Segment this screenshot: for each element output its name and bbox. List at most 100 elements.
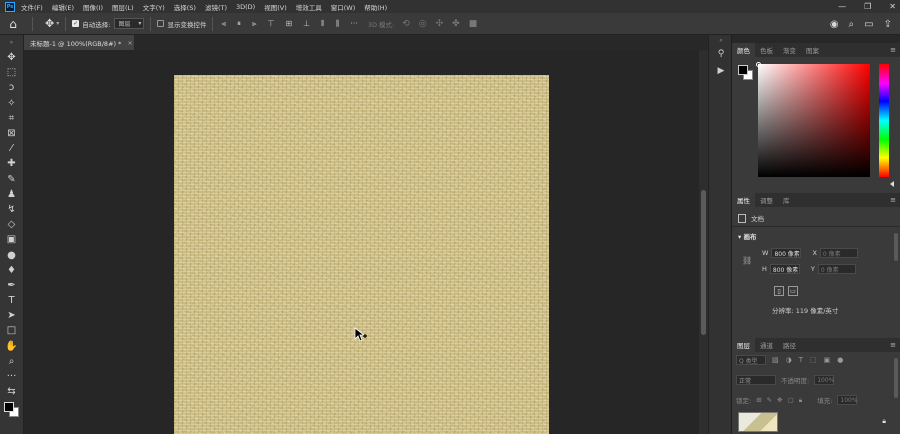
panel-menu-icon[interactable]: ≡ bbox=[890, 193, 896, 207]
x-field[interactable]: 0 像素 bbox=[819, 248, 858, 258]
menu-view[interactable]: 视图(V) bbox=[264, 2, 287, 12]
panel-menu-icon[interactable]: ≡ bbox=[890, 43, 896, 57]
distribute-icon[interactable]: ⫴ bbox=[321, 19, 324, 29]
close-button[interactable]: ✕ bbox=[889, 2, 896, 11]
lock-move-icon[interactable]: ✥ bbox=[777, 396, 782, 404]
tab-swatches[interactable]: 色板 bbox=[755, 43, 778, 57]
foreground-color-swatch[interactable] bbox=[738, 65, 748, 75]
collapse-icon[interactable]: « bbox=[709, 35, 733, 45]
move-tool-icon[interactable]: ✥ bbox=[45, 17, 54, 30]
tab-properties[interactable]: 属性 bbox=[732, 193, 755, 207]
history-brush-tool-icon[interactable]: ↯ bbox=[0, 202, 23, 217]
more-options-icon[interactable]: ··· bbox=[350, 19, 358, 29]
lock-paint-icon[interactable]: ✎ bbox=[767, 396, 772, 404]
minimize-button[interactable]: — bbox=[838, 2, 846, 11]
height-field[interactable]: 800 像素 bbox=[769, 264, 800, 274]
marquee-tool-icon[interactable]: ⬚ bbox=[0, 65, 23, 80]
frame-tool-icon[interactable]: ⊠ bbox=[0, 126, 23, 141]
layer-row[interactable]: 🔒︎ bbox=[732, 410, 900, 434]
color-panel-swatches[interactable] bbox=[738, 65, 754, 81]
menu-help[interactable]: 帮助(H) bbox=[364, 2, 387, 12]
menu-plugins[interactable]: 增效工具 bbox=[296, 2, 322, 12]
hand-tool-icon[interactable]: ✋ bbox=[0, 339, 23, 354]
gradient-tool-icon[interactable]: ▣ bbox=[0, 232, 23, 247]
fill-field[interactable]: 100% bbox=[837, 395, 858, 405]
close-tab-icon[interactable]: × bbox=[127, 39, 132, 47]
auto-select-dropdown[interactable]: 图层 ▾ bbox=[114, 18, 145, 29]
canvas-workspace[interactable] bbox=[24, 50, 699, 434]
stamp-tool-icon[interactable]: ♟ bbox=[0, 187, 23, 202]
auto-select-checkbox[interactable]: ✓ bbox=[72, 20, 80, 27]
tab-patterns[interactable]: 图案 bbox=[801, 43, 824, 57]
align-vcenter-icon[interactable]: ⊞ bbox=[285, 19, 292, 29]
color-picker-ring[interactable] bbox=[756, 62, 761, 67]
blend-mode-select[interactable]: 正常 bbox=[736, 375, 776, 385]
show-transform-checkbox[interactable] bbox=[157, 20, 165, 27]
link-dimensions-icon[interactable]: ⛓ bbox=[742, 256, 752, 265]
panel-scrollbar[interactable] bbox=[894, 358, 898, 398]
align-top-icon[interactable]: ⊤ bbox=[267, 19, 274, 29]
move-tool-icon[interactable]: ✥ bbox=[0, 50, 23, 65]
menu-layer[interactable]: 图层(L) bbox=[112, 2, 134, 12]
path-select-tool-icon[interactable]: ➤ bbox=[0, 308, 23, 323]
tab-adjustments[interactable]: 调整 bbox=[755, 193, 778, 207]
align-bottom-icon[interactable]: ⊥ bbox=[303, 19, 310, 29]
share-icon[interactable]: ◉ bbox=[830, 19, 839, 30]
eraser-tool-icon[interactable]: ◇ bbox=[0, 217, 23, 232]
width-field[interactable]: 800 像素 bbox=[771, 248, 802, 258]
foreground-color-swatch[interactable] bbox=[4, 402, 14, 412]
align-left-icon[interactable]: ⫷ bbox=[221, 19, 226, 29]
type-tool-icon[interactable]: T bbox=[0, 293, 23, 308]
3d-scale-icon[interactable]: ■ bbox=[469, 19, 478, 29]
lock-pixels-icon[interactable]: ⊞ bbox=[756, 396, 761, 404]
3d-slide-icon[interactable]: ✤ bbox=[452, 19, 460, 29]
filter-toggle-icon[interactable]: ● bbox=[837, 356, 843, 364]
restore-button[interactable]: ❐ bbox=[864, 2, 871, 11]
menu-edit[interactable]: 编辑(E) bbox=[52, 2, 74, 12]
healing-tool-icon[interactable]: ✚ bbox=[0, 156, 23, 171]
filter-shape-icon[interactable]: ⬚ bbox=[810, 356, 817, 364]
scrollbar-thumb[interactable] bbox=[701, 190, 706, 335]
brush-tool-icon[interactable]: ✎ bbox=[0, 172, 23, 187]
panel-scrollbar[interactable] bbox=[894, 233, 898, 261]
crop-tool-icon[interactable]: ⌗ bbox=[0, 111, 23, 126]
menu-filter[interactable]: 滤镜(T) bbox=[205, 2, 227, 12]
hue-slider[interactable] bbox=[879, 64, 889, 177]
swap-colors-icon[interactable]: ⇆ bbox=[0, 384, 23, 399]
chevron-down-icon[interactable]: ▾ bbox=[56, 20, 59, 27]
document-tab[interactable]: 未标题-1 @ 100%(RGB/8#) * × bbox=[24, 35, 134, 50]
workspace-icon[interactable]: ▭ bbox=[864, 19, 873, 30]
align-right-icon[interactable]: ⫸ bbox=[252, 19, 257, 29]
filter-adjust-icon[interactable]: ◑ bbox=[786, 356, 792, 364]
lasso-tool-icon[interactable]: ↄ bbox=[0, 80, 23, 95]
filter-pixel-icon[interactable]: ▨ bbox=[772, 356, 779, 364]
lock-all-icon[interactable]: 🔒︎ bbox=[799, 396, 802, 405]
align-hcenter-icon[interactable]: ⏸ bbox=[237, 19, 241, 29]
zoom-tool-icon[interactable]: ⌕ bbox=[0, 354, 23, 369]
tab-libraries[interactable]: 库 bbox=[778, 193, 795, 207]
rectangle-tool-icon[interactable]: □ bbox=[0, 323, 23, 338]
opacity-field[interactable]: 100% bbox=[814, 375, 834, 385]
color-picker-field[interactable] bbox=[758, 64, 870, 177]
landscape-icon[interactable]: ▭ bbox=[788, 286, 798, 296]
menu-3d[interactable]: 3D(D) bbox=[236, 3, 255, 11]
menu-window[interactable]: 窗口(W) bbox=[331, 2, 356, 12]
tab-gradients[interactable]: 渐变 bbox=[778, 43, 801, 57]
tab-channels[interactable]: 通道 bbox=[755, 338, 778, 352]
filter-type-icon[interactable]: T bbox=[799, 356, 803, 364]
menu-type[interactable]: 文字(Y) bbox=[143, 2, 165, 12]
search-icon[interactable]: ⌕ bbox=[849, 19, 855, 30]
eyedropper-tool-icon[interactable]: ⁄ bbox=[0, 141, 23, 156]
canvas-section-heading[interactable]: ▾ 画布 bbox=[738, 231, 757, 241]
3d-pan-icon[interactable]: ✣ bbox=[436, 19, 444, 29]
color-swatches[interactable] bbox=[4, 402, 20, 418]
portrait-icon[interactable]: ▯ bbox=[774, 286, 784, 296]
magic-wand-tool-icon[interactable]: ✧ bbox=[0, 96, 23, 111]
hue-slider-handle[interactable] bbox=[890, 181, 894, 187]
menu-select[interactable]: 选择(S) bbox=[174, 2, 196, 12]
more-tools-icon[interactable]: ··· bbox=[0, 369, 23, 384]
pen-tool-icon[interactable]: ✒ bbox=[0, 278, 23, 293]
collapse-icon[interactable]: » bbox=[0, 35, 23, 50]
tab-paths[interactable]: 路径 bbox=[778, 338, 801, 352]
3d-roll-icon[interactable]: ◎ bbox=[419, 19, 427, 29]
